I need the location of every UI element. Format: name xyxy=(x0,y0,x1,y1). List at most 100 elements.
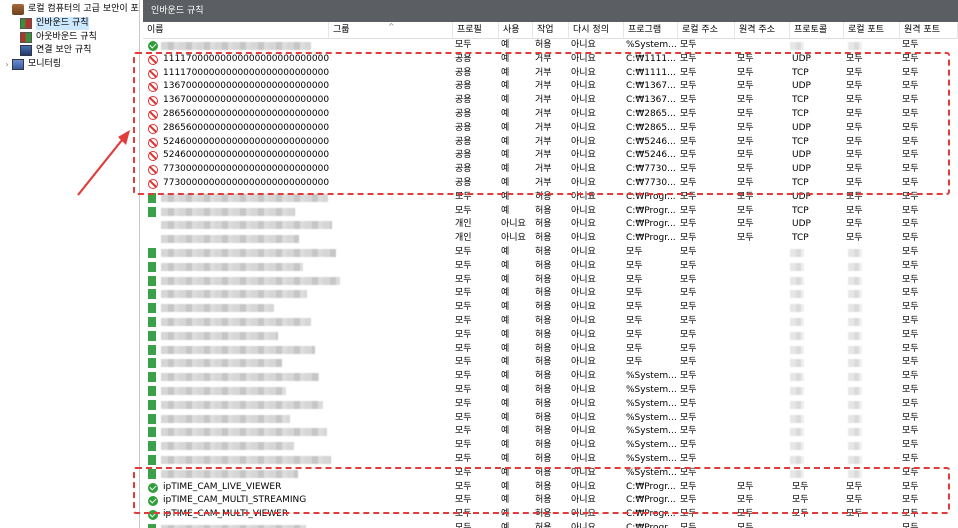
table-row[interactable]: 모두 예 허용 아니요 %System... 모두 모두 xyxy=(143,39,958,53)
cell-action: 허용 xyxy=(535,412,552,423)
cell-local-addr: 모두 xyxy=(680,343,697,354)
table-row[interactable]: 7730000000000000000000000000000... 공용 예 거부 아… xyxy=(143,163,958,177)
table-row[interactable]: 모두 예 허용 아니요 모두 모두 모두 xyxy=(143,356,958,370)
table-row[interactable]: 모두 예 허용 아니요 C:₩Progr... 모두 모두 UDP 모두 모두 xyxy=(143,191,958,205)
tree-item-4[interactable]: › 모니터링 xyxy=(2,58,61,71)
redacted-value xyxy=(848,331,862,340)
table-row[interactable]: 모두 예 허용 아니요 %System... 모두 모두 xyxy=(143,467,958,481)
table-row[interactable]: 모두 예 허용 아니요 모두 모두 모두 xyxy=(143,260,958,274)
table-row[interactable]: 모두 예 허용 아니요 %System... 모두 모두 xyxy=(143,398,958,412)
cell-program: C:₩2865... xyxy=(626,109,676,119)
column-header-action[interactable]: 작업 xyxy=(533,22,569,39)
cell-protocol: 모두 xyxy=(792,509,809,520)
cell-remote-port: 모두 xyxy=(902,467,919,478)
cell-profile: 공용 xyxy=(455,109,472,119)
column-header-override[interactable]: 다시 정의 xyxy=(569,22,624,39)
cell-protocol: UDP xyxy=(792,164,811,175)
redacted-value xyxy=(790,400,804,409)
column-header-enabled[interactable]: 사용 xyxy=(499,22,533,39)
cell-action: 허용 xyxy=(535,426,552,437)
table-row[interactable]: 5246000000000000000000000000000... 공용 예 거부 아… xyxy=(143,136,958,150)
tree-item-3[interactable]: 연결 보안 규칙 xyxy=(10,44,91,57)
table-row[interactable]: 모두 예 허용 아니요 %System... 모두 모두 xyxy=(143,384,958,398)
redacted-value xyxy=(848,262,862,271)
table-row[interactable]: 2865600000000000000000000000000... 공용 예 거부 아… xyxy=(143,108,958,122)
table-row[interactable]: 1367000000000000000000000000000... 공용 예 거부 아… xyxy=(143,80,958,94)
column-header-remote_addr[interactable]: 원격 주소 xyxy=(735,22,790,39)
table-row[interactable]: 모두 예 허용 아니요 모두 모두 모두 xyxy=(143,246,958,260)
cell-profile: 모두 xyxy=(455,440,472,451)
cell-enabled: 예 xyxy=(501,150,510,161)
cell-remote-port: 모두 xyxy=(902,440,919,451)
tree-item-2[interactable]: 아웃바운드 규칙 xyxy=(10,31,97,44)
cell-action: 허용 xyxy=(535,481,552,492)
table-row[interactable]: ipTIME_CAM_MULTI_STREAMING 모두 예 허용 아니요 C:₩Pro… xyxy=(143,494,958,508)
cell-profile: 모두 xyxy=(455,40,472,50)
cell-override: 아니요 xyxy=(571,343,596,354)
tree-item-label: 로컬 컴퓨터의 고급 보안이 포 xyxy=(28,4,139,14)
tree-item-1[interactable]: 인바운드 규칙 xyxy=(10,17,89,30)
cell-remote-port: 모두 xyxy=(902,357,919,368)
table-row[interactable]: 모두 예 허용 아니요 C:₩Progr... 모두 모두 TCP 모두 모두 xyxy=(143,205,958,219)
table-row[interactable]: 1111700000000000000000000000000... 공용 예 거부 아… xyxy=(143,67,958,81)
table-row[interactable]: 5246000000000000000000000000000... 공용 예 거부 아… xyxy=(143,149,958,163)
cell-override: 아니요 xyxy=(571,219,596,230)
table-row[interactable]: 모두 예 허용 아니요 모두 모두 모두 xyxy=(143,274,958,288)
tree-item-0[interactable]: 로컬 컴퓨터의 고급 보안이 포 xyxy=(2,3,139,16)
cell-local-addr: 모두 xyxy=(680,288,697,299)
table-row[interactable]: ipTIME_CAM_LIVE_VIEWER 모두 예 허용 아니요 C:₩Progr..… xyxy=(143,481,958,495)
cell-action: 허용 xyxy=(535,247,552,257)
table-row[interactable]: 모두 예 허용 아니요 C:₩Progr... 모두 모두 모두 xyxy=(143,522,958,528)
cell-action: 허용 xyxy=(535,467,552,478)
column-header-group[interactable]: 그룹 xyxy=(329,22,453,39)
table-row[interactable]: 모두 예 허용 아니요 모두 모두 모두 xyxy=(143,301,958,315)
column-header-remote_port[interactable]: 원격 포트 xyxy=(900,22,958,39)
cell-profile: 모두 xyxy=(455,412,472,423)
table-row[interactable]: 모두 예 허용 아니요 %System... 모두 모두 xyxy=(143,439,958,453)
table-row[interactable]: 개인 아니요 허용 아니요 C:₩Progr... 모두 모두 TCP 모두 모두 xyxy=(143,232,958,246)
cell-remote-port: 모두 xyxy=(902,260,919,271)
table-row[interactable]: 개인 아니요 허용 아니요 C:₩Progr... 모두 모두 UDP 모두 모두 xyxy=(143,218,958,232)
column-header-program[interactable]: 프로그램 xyxy=(624,22,678,39)
redacted-value xyxy=(848,290,862,299)
table-row[interactable]: 모두 예 허용 아니요 모두 모두 모두 xyxy=(143,315,958,329)
redacted-name xyxy=(161,414,290,423)
cell-remote-port: 모두 xyxy=(902,481,919,492)
allow-check-icon xyxy=(148,510,158,521)
table-row[interactable]: 2865600000000000000000000000000... 공용 예 거부 아… xyxy=(143,122,958,136)
table-row[interactable]: 7730000000000000000000000000000... 공용 예 거부 아… xyxy=(143,177,958,191)
enabled-rule-icon xyxy=(148,468,156,479)
column-header-name[interactable]: 이름 xyxy=(143,22,329,39)
redacted-name xyxy=(161,442,294,451)
column-header-protocol[interactable]: 프로토콜 xyxy=(790,22,844,39)
table-row[interactable]: 모두 예 허용 아니요 %System... 모두 모두 xyxy=(143,453,958,467)
table-row[interactable]: 모두 예 허용 아니요 모두 모두 모두 xyxy=(143,287,958,301)
table-row[interactable]: ipTIME_CAM_MULTI_VIEWER 모두 예 허용 아니요 C:₩Progr.… xyxy=(143,508,958,522)
cell-remote-port: 모두 xyxy=(902,233,919,244)
cell-local-port: 모두 xyxy=(846,81,863,92)
rules-list[interactable]: 모두 예 허용 아니요 %System... 모두 모두 111170000000000000… xyxy=(143,39,958,528)
table-row[interactable]: 모두 예 허용 아니요 %System... 모두 모두 xyxy=(143,425,958,439)
table-row[interactable]: 모두 예 허용 아니요 모두 모두 모두 xyxy=(143,329,958,343)
cell-remote-addr: 모두 xyxy=(737,150,754,161)
table-row[interactable]: 1111700000000000000000000000000... 공용 예 거부 아… xyxy=(143,53,958,67)
tree-expander-icon[interactable]: › xyxy=(2,58,12,71)
column-header-local_port[interactable]: 로컬 포트 xyxy=(844,22,900,39)
tree-item-label: 인바운드 규칙 xyxy=(36,17,89,30)
table-row[interactable]: 모두 예 허용 아니요 %System... 모두 모두 xyxy=(143,370,958,384)
column-header-profile[interactable]: 프로필 xyxy=(453,22,499,39)
cell-override: 아니요 xyxy=(571,247,596,257)
enabled-rule-icon xyxy=(148,413,156,424)
table-row[interactable]: 1367000000000000000000000000000... 공용 예 거부 아… xyxy=(143,94,958,108)
cell-profile: 모두 xyxy=(455,385,472,395)
redacted-value xyxy=(848,469,862,478)
column-header-local_addr[interactable]: 로컬 주소 xyxy=(678,22,735,39)
redacted-value xyxy=(790,304,804,313)
redacted-value xyxy=(790,262,804,271)
redacted-name xyxy=(161,469,298,478)
table-row[interactable]: 모두 예 허용 아니요 %System... 모두 모두 xyxy=(143,412,958,426)
cell-remote-port: 모두 xyxy=(902,191,919,202)
cell-program: C:₩Progr... xyxy=(626,191,676,202)
cell-profile: 공용 xyxy=(455,67,472,78)
table-row[interactable]: 모두 예 허용 아니요 모두 모두 모두 xyxy=(143,343,958,357)
